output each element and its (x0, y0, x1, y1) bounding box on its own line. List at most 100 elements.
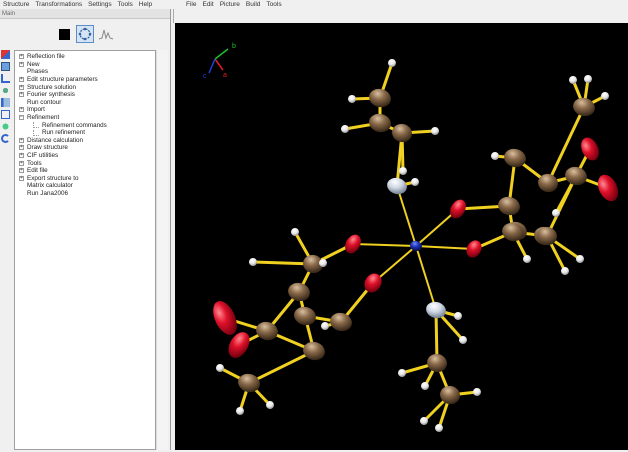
tree-item[interactable]: Run Jana2006 (19, 190, 155, 198)
tree-item-label: Phases (27, 68, 49, 76)
tree-item-label: Run refinement (42, 129, 86, 137)
viewer-menu-file[interactable]: File (186, 1, 196, 8)
tree-item[interactable]: Refinement commands (19, 121, 155, 129)
menu-transformations[interactable]: Transformations (35, 1, 82, 8)
viewer-menu-tools[interactable]: Tools (266, 1, 281, 8)
expander-icon[interactable]: + (19, 107, 24, 113)
hydrogen-atom (435, 424, 443, 432)
hydrogen-atom (431, 127, 439, 135)
tool-icon-1[interactable] (1, 50, 10, 59)
expander-icon[interactable]: + (19, 168, 24, 174)
expander-icon[interactable]: + (19, 137, 24, 143)
expander-icon[interactable]: + (19, 153, 24, 159)
tree-item-label: Edit structure parameters (27, 76, 98, 84)
hydrogen-atom (321, 322, 329, 330)
hydrogen-atom (341, 125, 349, 133)
tree-item-label: Run contour (27, 98, 62, 106)
tree-item[interactable]: − Refinement (19, 114, 155, 122)
tree-item[interactable]: + Import (19, 106, 155, 114)
carbon-atom (294, 306, 316, 326)
expander-icon[interactable]: + (19, 84, 24, 90)
hydrogen-atom (491, 152, 499, 160)
tree-connector (33, 122, 39, 129)
tree-item[interactable]: + Structure solution (19, 83, 155, 91)
structure-viewer[interactable]: b a c (175, 23, 628, 450)
oxygen-atom (597, 174, 619, 202)
axis-b-line (214, 48, 229, 60)
viewer-menu-build[interactable]: Build (246, 1, 260, 8)
tree-connector (33, 129, 39, 136)
hydrogen-atom (569, 76, 577, 84)
tree-item[interactable]: + Tools (19, 159, 155, 167)
viewer-header (173, 9, 628, 23)
view-toolbar (0, 19, 170, 49)
tool-icon-7[interactable] (1, 122, 10, 131)
tree-item[interactable]: Matrix calculator (19, 182, 155, 190)
tree-item[interactable]: + CIF utilities (19, 152, 155, 160)
hydrogen-atom (235, 407, 244, 415)
expander-icon[interactable]: + (19, 61, 24, 67)
peak-profile-icon (98, 29, 114, 40)
viewer-menubar: File Edit Picture Build Tools (183, 0, 282, 9)
menu-structure[interactable]: Structure (3, 1, 29, 8)
carbon-atom (427, 353, 447, 373)
menu-settings[interactable]: Settings (88, 1, 112, 8)
hydrogen-atom (584, 75, 592, 83)
tree-item[interactable]: + Reflection file (19, 53, 155, 61)
tree-item-label: Fourier synthesis (27, 91, 75, 99)
tree-item-label: Reflection file (27, 53, 65, 61)
tool-icon-6[interactable] (1, 110, 10, 119)
expander-icon[interactable]: + (19, 77, 24, 83)
bond (415, 245, 475, 250)
tree-item-label: CIF utilities (27, 152, 59, 160)
expander-icon[interactable]: + (19, 54, 24, 60)
tree-item[interactable]: + Edit file (19, 167, 155, 175)
bond (396, 185, 417, 247)
tree-item-label: Run Jana2006 (27, 189, 68, 197)
expander-icon[interactable]: + (19, 175, 24, 181)
tree-item[interactable]: + Fourier synthesis (19, 91, 155, 99)
black-square-icon (58, 28, 70, 40)
carbon-atom (288, 282, 310, 302)
carbon-atom (392, 123, 412, 143)
tool-icon-3[interactable] (1, 74, 10, 83)
bond (248, 349, 315, 385)
expander-icon[interactable]: + (19, 92, 24, 98)
carbon-atom (573, 97, 595, 117)
hydrogen-atom (388, 59, 396, 67)
viewer-menu-picture[interactable]: Picture (220, 1, 240, 8)
hydrogen-atom (249, 258, 257, 266)
tree-item[interactable]: + Edit structure parameters (19, 76, 155, 84)
tree-item-label: Refinement commands (42, 121, 107, 129)
carbon-atom (256, 321, 278, 341)
viewer-menu-edit[interactable]: Edit (202, 1, 213, 8)
tool-icon-4[interactable] (1, 86, 10, 95)
axis-a-label: a (223, 72, 227, 79)
expander-icon[interactable]: + (19, 145, 24, 151)
tree-item[interactable]: Run refinement (19, 129, 155, 137)
hydrogen-atom (398, 369, 406, 377)
menu-help[interactable]: Help (139, 1, 152, 8)
tree-item[interactable]: Phases (19, 68, 155, 76)
tree-item[interactable]: Run contour (19, 99, 155, 107)
axis-c-line (208, 58, 216, 74)
solid-view-button[interactable] (55, 25, 73, 43)
profile-view-button[interactable] (97, 25, 115, 43)
tree-item-label: Matrix calculator (27, 182, 73, 190)
tool-icon-5[interactable] (1, 98, 10, 107)
tree-scrollbar[interactable] (156, 50, 168, 450)
tree-item[interactable]: + Distance calculation (19, 137, 155, 145)
menu-tools[interactable]: Tools (118, 1, 133, 8)
hydrogen-atom (454, 312, 462, 320)
structure-view-button[interactable] (76, 25, 94, 43)
tree-item[interactable]: + Draw structure (19, 144, 155, 152)
panel-title: Main (0, 9, 170, 19)
expander-icon[interactable]: + (19, 160, 24, 166)
expander-icon[interactable]: − (19, 115, 24, 121)
tree-item[interactable]: + Export structure to (19, 175, 155, 183)
tree-item[interactable]: + New (19, 61, 155, 69)
tool-icon-2[interactable] (1, 62, 10, 71)
undo-icon[interactable] (1, 134, 10, 143)
